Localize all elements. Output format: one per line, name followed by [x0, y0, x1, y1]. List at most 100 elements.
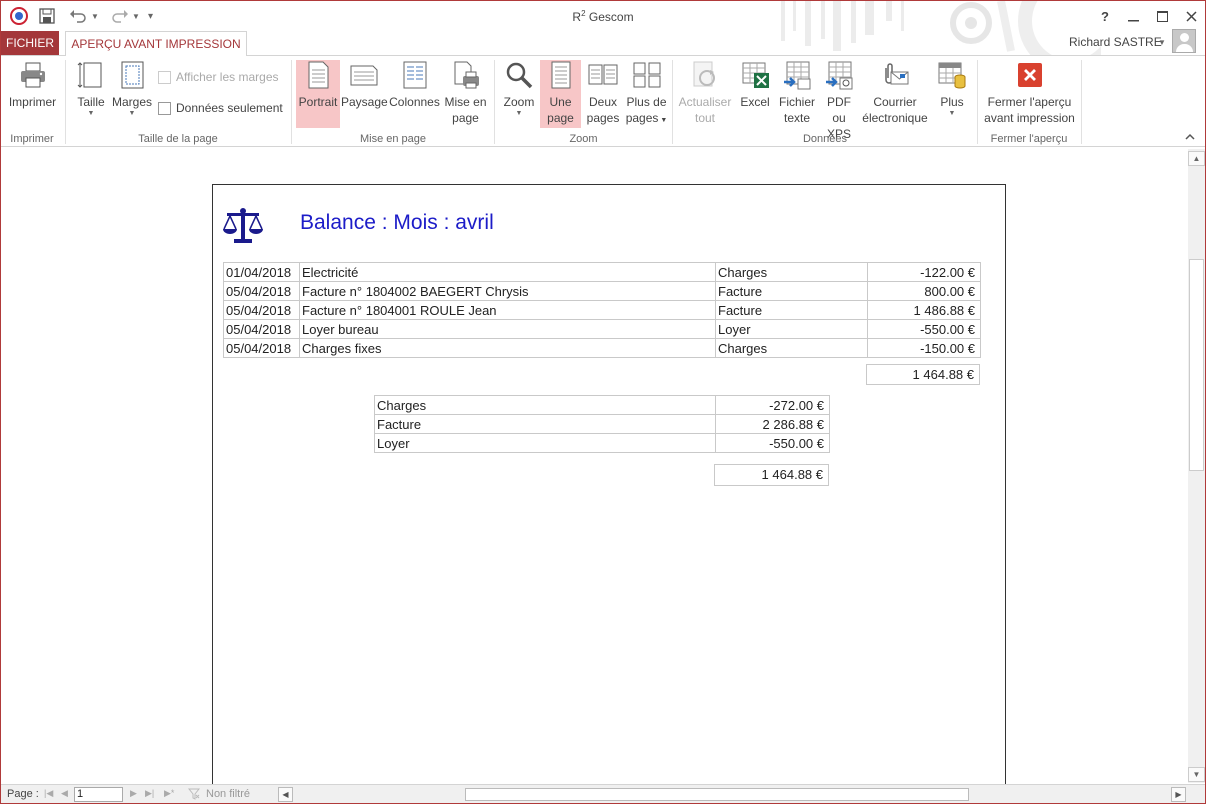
minimize-button[interactable]	[1120, 5, 1146, 27]
first-page-icon[interactable]: |◀	[44, 788, 53, 799]
email-label-1: Courrier	[873, 95, 917, 109]
two-pages-button[interactable]: Deux pages	[583, 60, 623, 126]
export-pdf-button[interactable]: PDF ou XPS	[819, 60, 859, 142]
group-label-zoom: Zoom	[569, 133, 598, 145]
scroll-down-icon[interactable]: ▼	[1188, 767, 1205, 782]
excel-icon	[740, 60, 770, 90]
scroll-left-icon[interactable]: ◀	[278, 787, 293, 802]
cell-date: 05/04/2018	[223, 319, 300, 339]
report-page[interactable]: Balance : Mois : avril 01/04/2018 Electri…	[212, 184, 1006, 803]
group-separator	[494, 60, 495, 144]
landscape-button[interactable]: Paysage	[341, 60, 388, 110]
tab-file[interactable]: FICHIER	[1, 31, 59, 55]
vertical-scrollbar[interactable]: ▲ ▼	[1188, 149, 1205, 783]
vertical-scroll-thumb[interactable]	[1189, 259, 1204, 471]
refresh-all-button[interactable]: Actualiser tout	[676, 60, 734, 126]
table-row: 05/04/2018 Facture n° 1804002 BAEGERT Chr…	[223, 281, 981, 301]
show-margins-checkbox[interactable]: Afficher les marges	[158, 70, 279, 84]
close-preview-label-1: Fermer l'aperçu	[987, 95, 1072, 109]
columns-label: Colonnes	[389, 95, 440, 109]
margins-dropdown-icon: ▼	[128, 110, 136, 117]
close-window-button[interactable]	[1178, 5, 1204, 27]
two-pages-icon	[588, 60, 618, 90]
zoom-label: Zoom	[503, 95, 535, 109]
previous-page-icon[interactable]: ◀	[61, 788, 68, 799]
maximize-button[interactable]	[1149, 5, 1175, 27]
page-size-button[interactable]: Taille ▼	[72, 60, 110, 118]
email-button[interactable]: Courrier électronique	[861, 60, 929, 126]
filter-icon	[187, 788, 201, 803]
portrait-button[interactable]: Portrait	[296, 60, 340, 128]
cell-category: Facture	[374, 414, 716, 434]
new-record-icon[interactable]: ▶*	[164, 788, 174, 799]
zoom-button[interactable]: Zoom ▼	[499, 60, 539, 118]
cell-category: Charges	[715, 338, 868, 358]
cell-amount: -122.00 €	[867, 262, 981, 282]
cell-date: 05/04/2018	[223, 338, 300, 358]
group-label-data: Données	[802, 133, 848, 145]
group-separator	[65, 60, 66, 144]
cell-date: 05/04/2018	[223, 300, 300, 320]
table-row: 05/04/2018 Facture n° 1804001 ROULE Jean F…	[223, 300, 981, 320]
margins-label: Marges	[111, 95, 152, 109]
page-setup-button[interactable]: Mise en page	[442, 60, 489, 126]
two-pages-label-2: pages	[586, 111, 620, 125]
cell-category: Charges	[715, 262, 868, 282]
page-number-input[interactable]: 1	[74, 787, 123, 802]
page-size-label: Taille	[77, 95, 105, 109]
margins-button[interactable]: Marges ▼	[111, 60, 153, 118]
one-page-label-1: Une	[549, 95, 572, 109]
export-text-button[interactable]: Fichier texte	[776, 60, 818, 126]
user-name[interactable]: Richard SASTRE	[1069, 35, 1162, 49]
next-page-icon[interactable]: ▶	[130, 788, 137, 799]
group-label-layout: Mise en page	[359, 133, 427, 145]
close-preview-button[interactable]: Fermer l'aperçu avant impression	[981, 60, 1078, 126]
cell-label: Facture n° 1804002 BAEGERT Chrysis	[299, 281, 716, 301]
ribbon: Imprimer Imprimer Taille ▼ Marges ▼ Affi…	[1, 55, 1205, 147]
more-export-button[interactable]: Plus ▼	[932, 60, 972, 118]
horizontal-scrollbar[interactable]: ◀ ▶	[278, 786, 1188, 803]
export-excel-button[interactable]: Excel	[736, 60, 774, 110]
close-preview-label-2: avant impression	[984, 111, 1075, 125]
more-export-label: Plus	[940, 95, 964, 109]
data-only-checkbox[interactable]: Données seulement	[158, 101, 283, 115]
scroll-up-icon[interactable]: ▲	[1188, 151, 1205, 166]
database-export-icon	[937, 60, 967, 90]
report-title: Balance : Mois : avril	[300, 211, 494, 234]
collapse-ribbon-icon[interactable]	[1185, 132, 1195, 143]
two-pages-label-1: Deux	[588, 95, 617, 109]
horizontal-scroll-thumb[interactable]	[465, 788, 969, 801]
email-label-2: électronique	[862, 111, 928, 125]
detail-table: 01/04/2018 Electricité Charges -122.00 €05/…	[223, 262, 981, 358]
close-preview-icon	[1015, 60, 1045, 90]
scroll-right-icon[interactable]: ▶	[1171, 787, 1186, 802]
page-nav-label: Page :	[7, 788, 39, 800]
cell-amount: 1 486.88 €	[867, 300, 981, 320]
more-pages-button[interactable]: Plus de pages ▼	[624, 60, 669, 129]
tab-print-preview[interactable]: APERÇU AVANT IMPRESSION	[65, 31, 247, 56]
cell-amount: -550.00 €	[715, 433, 830, 453]
cell-amount: -150.00 €	[867, 338, 981, 358]
columns-button[interactable]: Colonnes	[388, 60, 441, 110]
group-label-print: Imprimer	[10, 133, 54, 145]
cell-category: Loyer	[374, 433, 716, 453]
print-button[interactable]: Imprimer	[5, 60, 60, 110]
detail-total: 1 464.88 €	[866, 364, 980, 385]
email-attachment-icon	[880, 60, 910, 90]
help-button[interactable]: ?	[1092, 5, 1118, 27]
group-separator	[672, 60, 673, 144]
cell-label: Loyer bureau	[299, 319, 716, 339]
cell-category: Facture	[715, 281, 868, 301]
cell-amount: 2 286.88 €	[715, 414, 830, 434]
group-separator	[1081, 60, 1082, 144]
cell-amount: -272.00 €	[715, 395, 830, 415]
last-page-icon[interactable]: ▶|	[145, 788, 154, 799]
landscape-label: Paysage	[341, 95, 388, 109]
user-dropdown-icon[interactable]: ▼	[1158, 38, 1166, 47]
user-avatar[interactable]	[1172, 29, 1196, 53]
filter-status[interactable]: Non filtré	[206, 788, 250, 800]
one-page-button[interactable]: Une page	[540, 60, 581, 128]
excel-label: Excel	[740, 95, 770, 109]
one-page-label-2: page	[547, 111, 574, 125]
more-pages-label-2: pages	[625, 111, 659, 125]
